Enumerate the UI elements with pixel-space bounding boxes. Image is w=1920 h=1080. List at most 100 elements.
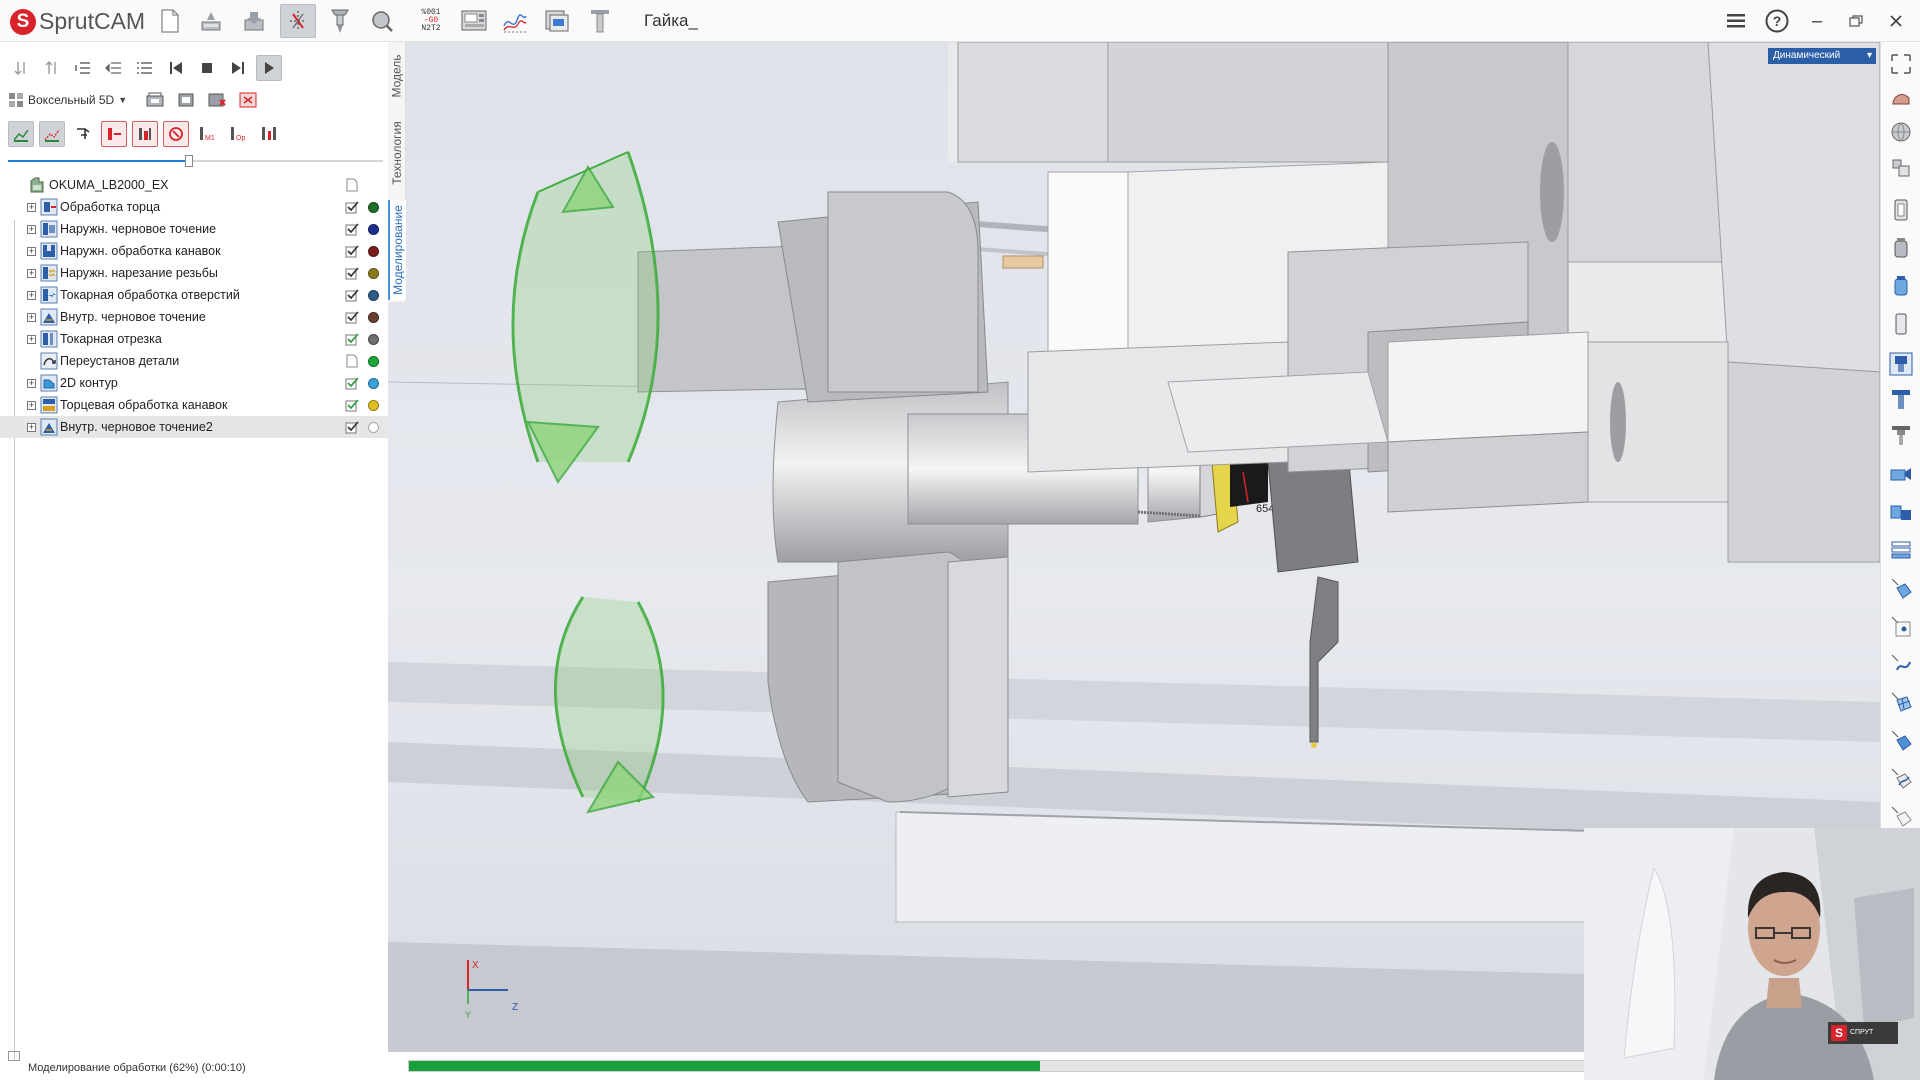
help-button[interactable]: ? [1761,5,1793,37]
operation-color-dot[interactable] [368,267,379,279]
view-mode-dropdown[interactable]: Динамический [1768,48,1876,64]
select-point-button[interactable] [1885,610,1917,642]
stop-on-op-button[interactable]: Op [225,121,251,147]
tab-simulation[interactable]: Моделирование [388,200,406,300]
stop-on-m1-button[interactable]: M1 [194,121,220,147]
collision-check-button[interactable] [204,87,230,113]
tree-item-outer-threading[interactable]: + Наружн. нарезание резьбы [0,262,390,284]
indent-button[interactable] [70,55,96,81]
operation-color-dot[interactable] [368,245,379,257]
visibility-checkbox-icon[interactable] [345,244,359,258]
tree-item-face-grooving[interactable]: + Торцевая обработка канавок [0,394,390,416]
expand-icon[interactable]: + [27,400,36,410]
visibility-checkbox-icon[interactable] [345,420,359,434]
list-view-button[interactable] [132,55,158,81]
visibility-checkbox-icon[interactable] [345,288,359,302]
tree-item-inner-rough-turning-2[interactable]: + Внутр. черновое точение2 [0,416,390,438]
fixture-toggle-button[interactable] [1885,270,1917,302]
visibility-checkbox-icon[interactable] [345,376,359,390]
tree-item-outer-grooving[interactable]: + Наружн. обработка канавок [0,240,390,262]
visibility-checkbox-icon[interactable] [345,266,359,280]
visibility-checkbox-icon[interactable] [345,222,359,236]
tree-item-outer-rough-turning[interactable]: + Наружн. черновое точение [0,218,390,240]
part-view-button[interactable] [173,87,199,113]
sort-up-button[interactable] [39,55,65,81]
operation-color-dot[interactable] [368,355,379,367]
minimize-button[interactable] [1801,5,1833,37]
save-file-button[interactable] [236,4,272,38]
tree-item-face-machining[interactable]: + Обработка торца [0,196,390,218]
visibility-checkbox-icon[interactable] [345,200,359,214]
stock-toggle-button[interactable] [1885,232,1917,264]
expand-icon[interactable]: + [27,378,36,388]
slider-thumb[interactable] [185,155,193,167]
stop-on-gouge-button[interactable] [132,121,158,147]
shaded-view-button[interactable] [1885,116,1917,148]
operation-color-dot[interactable] [368,333,379,345]
simulation-speed-slider[interactable] [8,155,383,167]
operation-color-dot[interactable] [368,289,379,301]
tree-item-inner-rough-turning[interactable]: + Внутр. черновое точение [0,306,390,328]
stop-button[interactable] [194,55,220,81]
tool-library-button[interactable] [582,4,618,38]
operation-color-dot[interactable] [368,201,379,213]
visibility-checkbox-icon[interactable] [345,398,359,412]
stock-view-button[interactable] [142,87,168,113]
part-toggle-button[interactable] [1885,308,1917,340]
machine-axes-button[interactable] [280,4,316,38]
machine-node-button[interactable] [1885,496,1917,528]
operation-color-dot[interactable] [368,223,379,235]
show-toolpath-button[interactable] [8,121,34,147]
tree-item-parting-off[interactable]: + Токарная отрезка [0,328,390,350]
expand-icon[interactable]: + [27,246,36,256]
simulation-zoom-button[interactable] [364,4,400,38]
restore-button[interactable] [1840,5,1872,37]
layers-button[interactable] [1885,534,1917,566]
tree-item-hole-turning[interactable]: + Токарная обработка отверстий [0,284,390,306]
holder-view-button[interactable] [1885,420,1917,452]
tool-button[interactable] [322,4,358,38]
nc-program-button[interactable]: %001 -G0 N2T2 [413,4,449,38]
step-mode-button[interactable] [70,121,96,147]
operation-color-dot[interactable] [368,421,379,433]
expand-icon[interactable]: + [27,268,36,278]
skip-to-start-button[interactable] [163,55,189,81]
expand-icon[interactable]: + [27,312,36,322]
view-part-button[interactable] [1885,82,1917,114]
expand-icon[interactable]: + [27,224,36,234]
play-button[interactable] [256,55,282,81]
skip-to-end-button[interactable] [225,55,251,81]
operation-color-dot[interactable] [368,311,379,323]
tree-item-part-reinstall[interactable]: Переустанов детали [0,350,390,372]
open-file-button[interactable] [193,4,229,38]
tab-technology[interactable]: Технология [388,110,406,196]
toolpath-view-button[interactable] [1885,458,1917,490]
expand-icon[interactable]: + [27,422,36,432]
tree-item-2d-contour[interactable]: + 2D контур [0,372,390,394]
visibility-checkbox-icon[interactable] [345,332,359,346]
tool-view-button[interactable] [1885,384,1917,416]
voxel-mode-dropdown[interactable]: Воксельный 5D ▼ [8,92,127,108]
menu-button[interactable] [1720,5,1752,37]
new-file-button[interactable] [152,4,188,38]
expand-icon[interactable]: + [27,334,36,344]
visibility-checkbox-icon[interactable] [345,310,359,324]
tool-toggle-button[interactable] [1885,348,1917,380]
reset-simulation-button[interactable] [235,87,261,113]
outdent-button[interactable] [101,55,127,81]
tab-model[interactable]: Модель [388,46,406,106]
machine-view-button[interactable] [1885,152,1917,184]
tree-root[interactable]: OKUMA_LB2000_EX [0,174,390,196]
workpiece-view-button[interactable] [1885,194,1917,226]
select-surface-button[interactable] [1885,572,1917,604]
toolpath-button[interactable] [497,4,533,38]
expand-icon[interactable]: + [27,202,36,212]
close-button[interactable] [1880,5,1912,37]
fit-view-button[interactable] [1885,48,1917,80]
show-rapid-button[interactable] [39,121,65,147]
select-mesh-button[interactable] [1885,686,1917,718]
select-face-button[interactable] [1885,724,1917,756]
stop-on-limit-button[interactable] [163,121,189,147]
stop-on-collision-button[interactable] [101,121,127,147]
machine-panel-button[interactable] [456,4,492,38]
